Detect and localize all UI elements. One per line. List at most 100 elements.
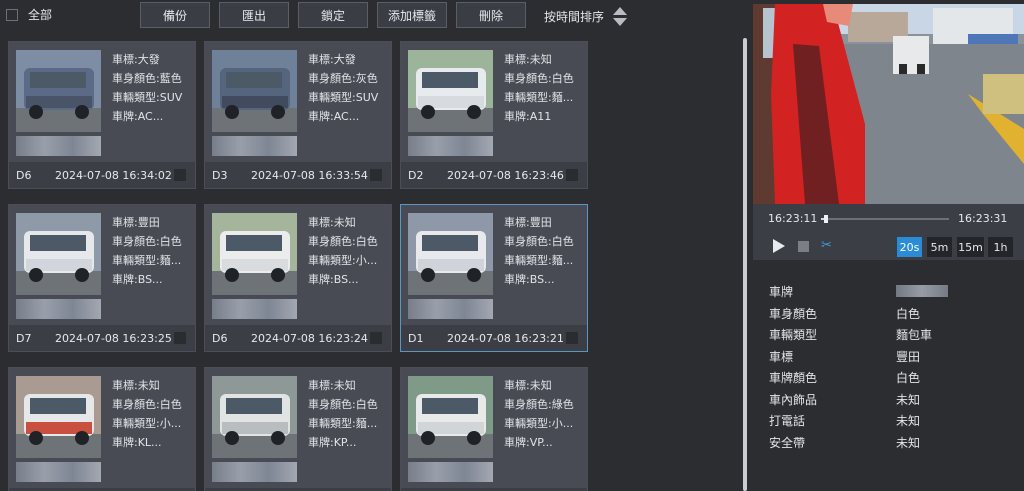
result-card[interactable]: 車標:未知 車身顏色:白色 車輛類型:小... 車牌:KL... <box>8 367 196 491</box>
attribute-row: 車身顏色 白色 <box>769 305 1019 327</box>
plate-line: 車牌:A11 <box>504 110 552 123</box>
card-select-checkbox[interactable] <box>370 169 382 181</box>
vehicle-info: 車標:未知 車身顏色:白色 車輛類型:麵... 車牌:A11 <box>504 50 574 126</box>
card-footer: D2 2024-07-08 16:23:46 <box>401 162 587 188</box>
detail-panel: 16:23:11 16:23:31 ✂ 20s 5m 15m 1h 車牌車身顏色… <box>753 0 1024 491</box>
brand-line: 車標:未知 <box>112 379 160 392</box>
plate-crop-image <box>408 299 493 319</box>
plate-redacted <box>896 285 948 297</box>
body-color-line: 車身顏色:白色 <box>504 235 574 248</box>
attribute-value: 未知 <box>896 435 921 450</box>
camera-id: D2 <box>408 169 424 182</box>
vehicle-thumbnail[interactable] <box>212 50 297 132</box>
vehicle-type-line: 車輛類型:小... <box>504 417 574 430</box>
select-all[interactable]: 全部 <box>6 6 52 23</box>
sort-arrows-icon[interactable] <box>612 6 628 28</box>
toolbar: 全部 備份 匯出 鎖定 添加標籤 刪除 按時間排序 <box>0 0 745 34</box>
plate-line: 車牌:VP... <box>504 436 553 449</box>
duration-5m-button[interactable]: 5m <box>927 237 952 257</box>
vehicle-type-line: 車輛類型:麵... <box>504 91 574 104</box>
body-color-line: 車身顏色:白色 <box>112 235 182 248</box>
add-tag-button[interactable]: 添加標籤 <box>377 2 447 28</box>
vehicle-thumbnail[interactable] <box>212 213 297 295</box>
vehicle-thumbnail[interactable] <box>16 50 101 132</box>
plate-crop-image <box>212 136 297 156</box>
vehicle-type-line: 車輛類型:SUV <box>112 91 183 104</box>
plate-crop-image <box>16 136 101 156</box>
card-footer: D6 2024-07-08 16:34:02 <box>9 162 195 188</box>
body-color-line: 車身顏色:白色 <box>504 72 574 85</box>
capture-time: 2024-07-08 16:33:54 <box>251 169 368 182</box>
select-all-label: 全部 <box>28 8 53 22</box>
result-card[interactable]: 車標:大發 車身顏色:藍色 車輛類型:SUV 車牌:AC... D6 2024-… <box>8 41 196 189</box>
capture-time: 2024-07-08 16:23:21 <box>447 332 564 345</box>
result-card[interactable]: 車標:未知 車身顏色:白色 車輛類型:小... 車牌:BS... D6 2024… <box>204 204 392 352</box>
vehicle-info: 車標:未知 車身顏色:白色 車輛類型:小... 車牌:BS... <box>308 213 378 289</box>
attribute-row: 打電話 未知 <box>769 412 1019 434</box>
vehicle-thumbnail[interactable] <box>408 50 493 132</box>
attribute-row: 車輛類型 麵包車 <box>769 326 1019 348</box>
lock-button[interactable]: 鎖定 <box>298 2 368 28</box>
vehicle-info: 車標:未知 車身顏色:白色 車輛類型:麵... 車牌:KP... <box>308 376 378 452</box>
plate-line: 車牌:BS... <box>112 273 163 286</box>
attribute-value: 未知 <box>896 392 921 407</box>
playback-progress-handle[interactable] <box>823 215 828 223</box>
attribute-value: 麵包車 <box>896 328 933 342</box>
playback-start-time: 16:23:11 <box>768 212 818 225</box>
vehicle-thumbnail[interactable] <box>16 213 101 295</box>
attribute-key: 車身顏色 <box>769 306 818 321</box>
attribute-key: 打電話 <box>769 414 806 428</box>
attribute-key: 安全帶 <box>769 435 806 450</box>
play-icon[interactable] <box>773 239 785 253</box>
plate-line: 車牌:KL... <box>112 436 162 449</box>
delete-button[interactable]: 刪除 <box>456 2 526 28</box>
vehicle-thumbnail[interactable] <box>408 213 493 295</box>
card-select-checkbox[interactable] <box>566 332 578 344</box>
sort-by-time-label[interactable]: 按時間排序 <box>544 8 604 25</box>
result-card[interactable]: 車標:未知 車身顏色:白色 車輛類型:麵... 車牌:A11 D2 2024-0… <box>400 41 588 189</box>
stop-icon[interactable] <box>798 241 809 252</box>
duration-1h-button[interactable]: 1h <box>988 237 1013 257</box>
attribute-key: 車牌顏色 <box>769 371 818 385</box>
brand-line: 車標:大發 <box>308 53 356 66</box>
plate-crop-image <box>16 462 101 482</box>
card-select-checkbox[interactable] <box>370 332 382 344</box>
result-card[interactable]: 車標:大發 車身顏色:灰色 車輛類型:SUV 車牌:AC... D3 2024-… <box>204 41 392 189</box>
brand-line: 車標:豐田 <box>112 216 160 229</box>
vehicle-thumbnail[interactable] <box>16 376 101 458</box>
result-card[interactable]: 車標:豐田 車身顏色:白色 車輛類型:麵... 車牌:BS... D1 2024… <box>400 204 588 352</box>
select-all-checkbox[interactable] <box>6 8 18 21</box>
backup-button[interactable]: 備份 <box>140 2 210 28</box>
result-card[interactable]: 車標:未知 車身顏色:綠色 車輛類型:小... 車牌:VP... <box>400 367 588 491</box>
brand-line: 車標:未知 <box>308 379 356 392</box>
vehicle-type-line: 車輛類型:麵... <box>504 254 574 267</box>
clip-icon[interactable]: ✂ <box>821 238 839 254</box>
grid-scrollbar[interactable] <box>743 38 747 491</box>
vehicle-info: 車標:大發 車身顏色:灰色 車輛類型:SUV 車牌:AC... <box>308 50 378 126</box>
grid-scrollbar-thumb[interactable] <box>743 38 747 491</box>
result-card[interactable]: 車標:豐田 車身顏色:白色 車輛類型:麵... 車牌:BS... D7 2024… <box>8 204 196 352</box>
export-button[interactable]: 匯出 <box>219 2 289 28</box>
player-controls: 16:23:11 16:23:31 ✂ 20s 5m 15m 1h <box>753 204 1024 260</box>
brand-line: 車標:未知 <box>504 379 552 392</box>
capture-time: 2024-07-08 16:23:46 <box>447 169 564 182</box>
result-card[interactable]: 車標:未知 車身顏色:白色 車輛類型:麵... 車牌:KP... <box>204 367 392 491</box>
plate-line: 車牌:BS... <box>504 273 555 286</box>
duration-20s-button[interactable]: 20s <box>897 237 922 257</box>
plate-crop-image <box>16 299 101 319</box>
card-select-checkbox[interactable] <box>174 332 186 344</box>
playback-progress-track[interactable] <box>821 215 949 223</box>
video-player[interactable] <box>753 4 1024 204</box>
vehicle-thumbnail[interactable] <box>408 376 493 458</box>
card-footer: D1 2024-07-08 16:23:21 <box>401 325 587 351</box>
vehicle-thumbnail[interactable] <box>212 376 297 458</box>
card-select-checkbox[interactable] <box>566 169 578 181</box>
attribute-row: 安全帶 未知 <box>769 434 1019 456</box>
card-select-checkbox[interactable] <box>174 169 186 181</box>
capture-time: 2024-07-08 16:34:02 <box>55 169 172 182</box>
attribute-key: 車牌 <box>769 285 794 299</box>
duration-15m-button[interactable]: 15m <box>957 237 984 257</box>
vehicle-results-grid: 車標:大發 車身顏色:藍色 車輛類型:SUV 車牌:AC... D6 2024-… <box>0 34 740 491</box>
camera-id: D7 <box>16 332 32 345</box>
brand-line: 車標:大發 <box>112 53 160 66</box>
